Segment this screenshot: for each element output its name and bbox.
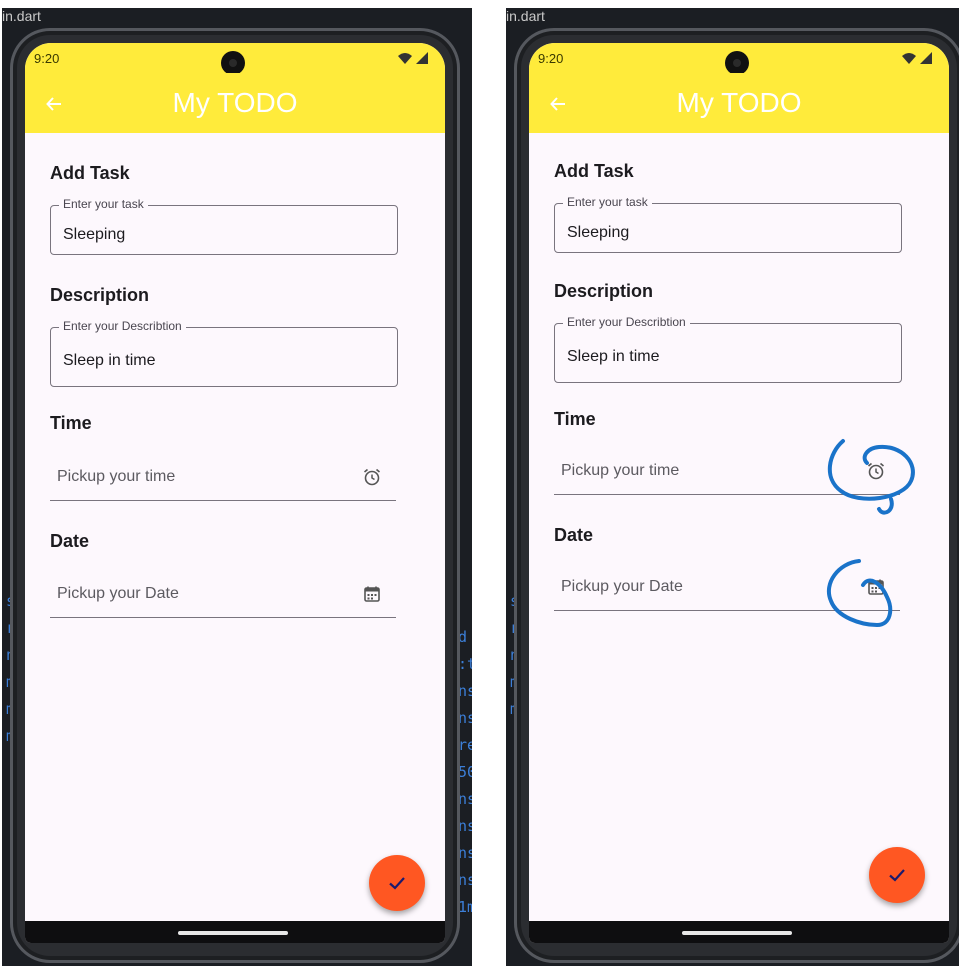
save-fab-button[interactable] xyxy=(869,847,925,903)
description-input[interactable]: Enter your Describtion Sleep in time xyxy=(554,315,902,383)
description-label: Description xyxy=(554,281,654,301)
time-label: Time xyxy=(554,409,596,429)
phone-screen: 9:20 My TODO Add Task Enter your task Sl… xyxy=(25,43,445,943)
task-input[interactable]: Enter your task Sleeping xyxy=(554,195,902,253)
editor-tab: in.dart xyxy=(2,8,41,24)
date-label: Date xyxy=(50,531,90,551)
time-input[interactable]: Pickup your time xyxy=(50,456,396,501)
description-input[interactable]: Enter your Describtion Sleep in time xyxy=(50,319,398,387)
navigation-bar xyxy=(25,921,445,943)
check-icon xyxy=(389,877,405,890)
status-bar: 9:20 xyxy=(25,43,445,75)
task-input-label: Enter your task xyxy=(563,195,652,209)
description-input-label: Enter your Describtion xyxy=(59,319,186,333)
task-input-label: Enter your task xyxy=(59,197,148,211)
description-label: Description xyxy=(50,285,150,305)
date-input[interactable]: Pickup your Date xyxy=(50,573,396,618)
save-fab-button[interactable] xyxy=(369,855,425,911)
date-input[interactable]: Pickup your Date xyxy=(554,566,900,611)
time-input[interactable]: Pickup your time xyxy=(554,450,900,495)
phone-screen: 9:20 My TODO Add Task Enter your task Sl… xyxy=(529,43,949,943)
phone-frame: 9:20 My TODO Add Task Enter your task Sl… xyxy=(10,28,460,963)
time-input-placeholder: Pickup your time xyxy=(57,468,176,485)
status-bar: 9:20 xyxy=(529,43,949,75)
date-input-placeholder: Pickup your Date xyxy=(57,585,179,602)
check-icon xyxy=(889,869,905,882)
app-bar: My TODO xyxy=(529,73,949,133)
navigation-bar xyxy=(529,921,949,943)
editor-tab: in.dart xyxy=(506,8,545,24)
task-input-value: Sleeping xyxy=(567,224,630,241)
home-gesture-pill[interactable] xyxy=(682,931,792,935)
add-task-label: Add Task xyxy=(50,163,130,183)
app-bar: My TODO xyxy=(25,73,445,133)
camera-cutout xyxy=(725,51,749,75)
home-gesture-pill[interactable] xyxy=(178,931,288,935)
description-input-value: Sleep in time xyxy=(63,352,156,369)
calendar-icon[interactable] xyxy=(866,577,886,597)
phone-frame: 9:20 My TODO Add Task Enter your task Sl… xyxy=(514,28,959,963)
status-time: 9:20 xyxy=(538,51,564,66)
left-screenshot: in.dart s r n ms ms ms d b :tr ns ns ren… xyxy=(2,8,472,966)
date-input-placeholder: Pickup your Date xyxy=(561,578,683,595)
app-title: My TODO xyxy=(676,87,802,118)
add-task-label: Add Task xyxy=(554,161,634,181)
editor-code-right: d b :tr ns ns ren 50m ns ns ns ns 1ms xyxy=(458,628,472,916)
alarm-icon[interactable] xyxy=(362,467,382,487)
task-input[interactable]: Enter your task Sleeping xyxy=(50,197,398,255)
description-input-label: Enter your Describtion xyxy=(563,315,690,329)
description-input-value: Sleep in time xyxy=(567,348,660,365)
time-input-placeholder: Pickup your time xyxy=(561,462,680,479)
signal-wifi-icon xyxy=(902,52,932,64)
task-input-value: Sleeping xyxy=(63,226,126,243)
camera-cutout xyxy=(221,51,245,75)
status-time: 9:20 xyxy=(34,51,60,66)
time-label: Time xyxy=(50,413,92,433)
calendar-icon[interactable] xyxy=(362,584,382,604)
right-screenshot: in.dart s r n ms ms d :t ns re 50 ns ns … xyxy=(506,8,959,966)
alarm-icon[interactable] xyxy=(866,461,886,481)
app-title: My TODO xyxy=(172,87,298,118)
date-label: Date xyxy=(554,525,594,545)
signal-wifi-icon xyxy=(398,52,428,64)
